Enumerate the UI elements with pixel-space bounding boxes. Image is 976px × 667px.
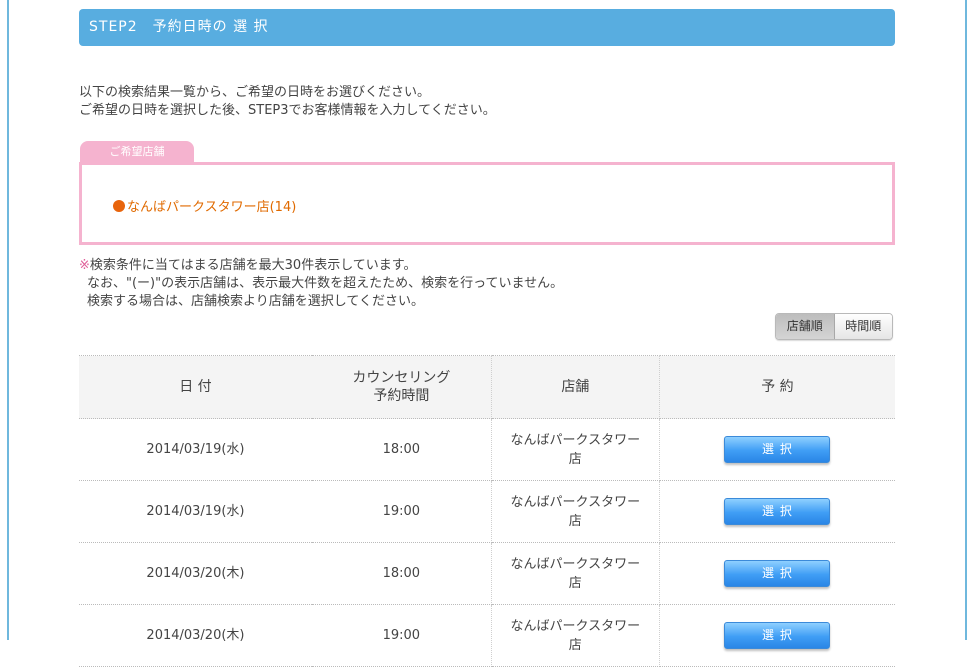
intro-text: 以下の検索結果一覧から、ご希望の日時をお選びください。 ご希望の日時を選択した後… — [79, 84, 496, 120]
row-date: 2014/03/19(水) — [79, 418, 312, 481]
intro-line-1: 以下の検索結果一覧から、ご希望の日時をお選びください。 — [79, 85, 431, 100]
store-panel-tab: ご希望店舗 — [80, 141, 194, 163]
row-date: 2014/03/20(木) — [79, 604, 312, 667]
row-action: 選 択 — [659, 542, 895, 605]
intro-line-2: ご希望の日時を選択した後、STEP3でお客様情報を入力してください。 — [79, 103, 496, 118]
header-book: 予 約 — [659, 355, 895, 419]
row-store: なんばパークスタワー店 — [491, 604, 660, 667]
row-store: なんばパークスタワー店 — [491, 480, 660, 543]
table-row: 2014/03/19(水) 19:00 なんばパークスタワー店 選 択 — [79, 480, 895, 543]
row-time: 18:00 — [311, 418, 492, 481]
note-mark: ※ — [79, 258, 90, 273]
table-row: 2014/03/20(木) 19:00 なんばパークスタワー店 選 択 — [79, 604, 895, 667]
select-button[interactable]: 選 択 — [724, 622, 831, 649]
select-button[interactable]: 選 択 — [724, 436, 831, 463]
table-row: 2014/03/19(水) 18:00 なんばパークスタワー店 選 択 — [79, 418, 895, 481]
table-header-row: 日 付 カウンセリング 予約時間 店舗 予 約 — [79, 355, 895, 419]
row-date: 2014/03/20(木) — [79, 542, 312, 605]
note-line-3: 検索する場合は、店舗検索より店舗を選択してください。 — [87, 294, 424, 309]
row-time: 19:00 — [311, 480, 492, 543]
note-line-1: ※検索条件に当てはまる店舗を最大30件表示しています。 — [79, 257, 563, 275]
row-store-name: なんばパークスタワー店 — [510, 494, 641, 529]
row-store-name: なんばパークスタワー店 — [510, 618, 641, 653]
note-line-2: なお、"(ー)"の表示店舗は、表示最大件数を超えたため、検索を行っていません。 — [87, 276, 564, 291]
row-action: 選 択 — [659, 604, 895, 667]
selected-store-link[interactable]: なんばパークスタワー店(14) — [113, 196, 296, 215]
row-store: なんばパークスタワー店 — [491, 418, 660, 481]
step-header: STEP2 予約日時の 選 択 — [79, 9, 895, 46]
row-store-name: なんばパークスタワー店 — [510, 432, 641, 467]
sort-by-time-button[interactable]: 時間順 — [834, 314, 892, 339]
row-store: なんばパークスタワー店 — [491, 542, 660, 605]
table-row: 2014/03/20(木) 18:00 なんばパークスタワー店 選 択 — [79, 542, 895, 605]
row-action: 選 択 — [659, 418, 895, 481]
sort-by-store-button[interactable]: 店舗順 — [776, 314, 835, 339]
header-store: 店舗 — [491, 355, 660, 419]
selected-store-label: なんばパークスタワー店(14) — [127, 200, 297, 215]
notes: ※検索条件に当てはまる店舗を最大30件表示しています。 なお、"(ー)"の表示店… — [79, 257, 563, 311]
select-button[interactable]: 選 択 — [724, 560, 831, 587]
header-time-line-2: 予約時間 — [373, 388, 430, 404]
header-date: 日 付 — [79, 355, 312, 419]
row-store-name: なんばパークスタワー店 — [510, 556, 641, 591]
header-time-line-1: カウンセリング — [352, 370, 451, 386]
bullet-icon — [113, 199, 125, 212]
results-table: 日 付 カウンセリング 予約時間 店舗 予 約 2014/03/19(水) 18… — [79, 355, 895, 667]
sort-toggle: 店舗順 時間順 — [775, 313, 893, 340]
row-time: 18:00 — [311, 542, 492, 605]
store-panel: なんばパークスタワー店(14) — [79, 162, 895, 245]
select-button[interactable]: 選 択 — [724, 498, 831, 525]
header-time: カウンセリング 予約時間 — [311, 355, 492, 419]
row-date: 2014/03/19(水) — [79, 480, 312, 543]
row-action: 選 択 — [659, 480, 895, 543]
note-line-1-text: 検索条件に当てはまる店舗を最大30件表示しています。 — [89, 258, 417, 273]
row-time: 19:00 — [311, 604, 492, 667]
